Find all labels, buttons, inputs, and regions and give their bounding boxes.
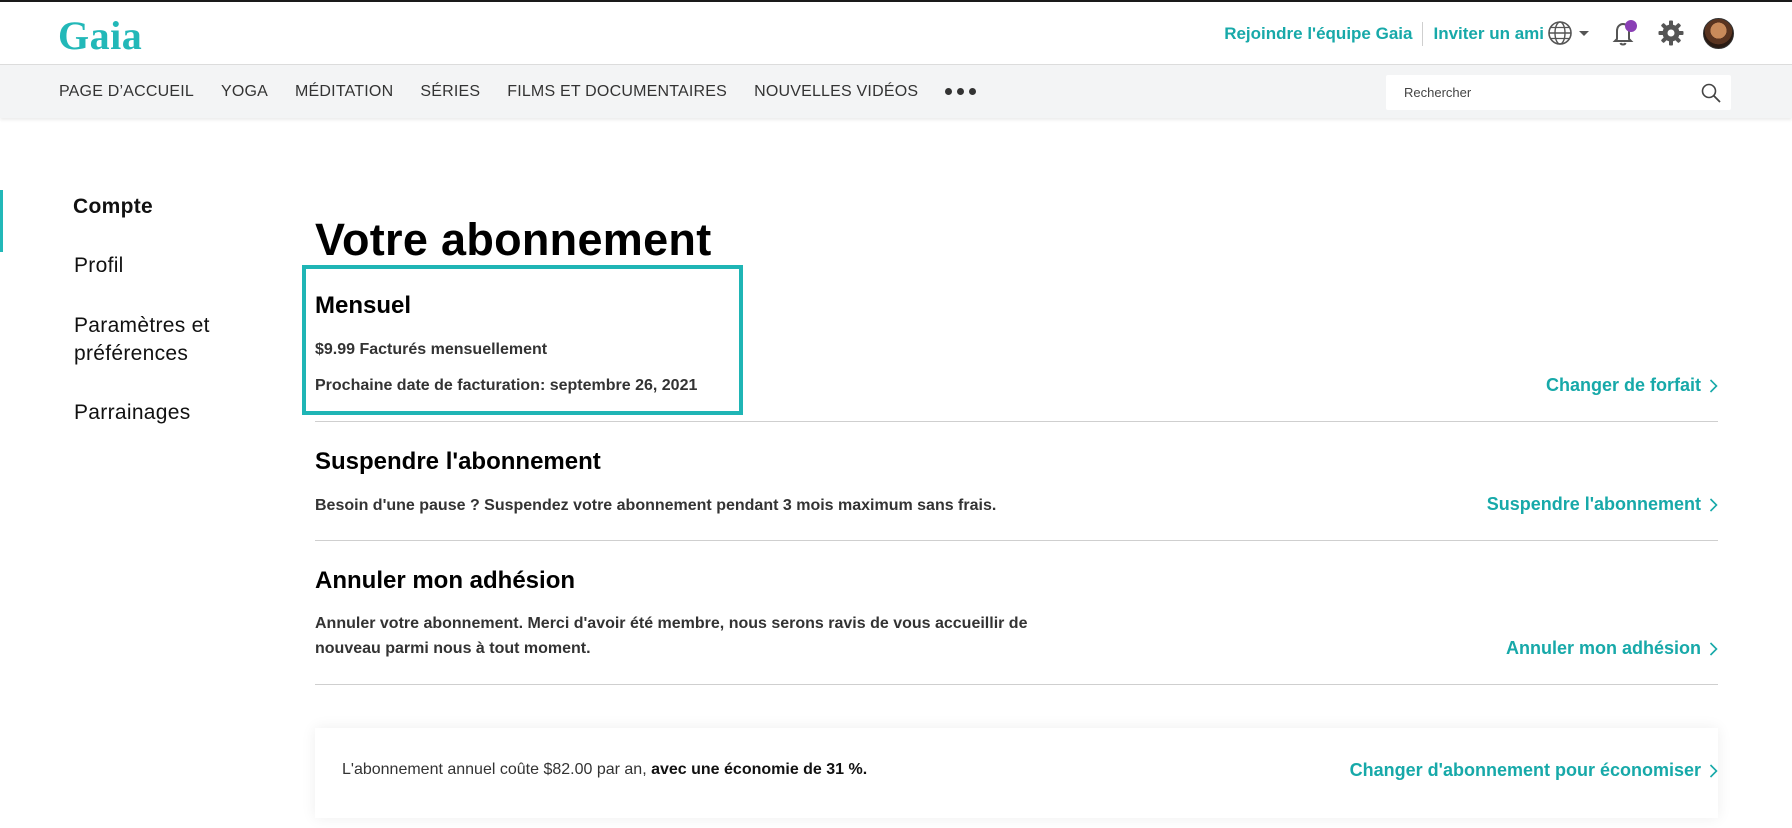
settings-button[interactable]: [1657, 19, 1685, 47]
sidebar-item-referrals[interactable]: Parrainages: [74, 399, 191, 427]
cancel-description-line-2: nouveau parmi nous à tout moment.: [315, 640, 591, 657]
nav-item-new-videos[interactable]: NOUVELLES VIDÉOS: [754, 83, 918, 101]
cancel-membership-link[interactable]: Annuler mon adhésion: [1506, 638, 1718, 659]
cancel-description-line-1: Annuler votre abonnement. Merci d'avoir …: [315, 615, 1028, 632]
search-box: [1386, 75, 1731, 110]
switch-annual-link[interactable]: Changer d'abonnement pour économiser: [1350, 760, 1718, 781]
annual-upsell-card: L'abonnement annuel coûte $82.00 par an,…: [315, 728, 1718, 818]
nav-item-yoga[interactable]: YOGA: [221, 83, 268, 101]
nav-item-series[interactable]: SÉRIES: [420, 83, 480, 101]
sidebar-item-profile[interactable]: Profil: [74, 252, 124, 280]
section-divider: [315, 421, 1718, 422]
sidebar-item-settings[interactable]: Paramètres et préférences: [74, 312, 254, 368]
nav-items: PAGE D’ACCUEIL YOGA MÉDITATION SÉRIES FI…: [59, 65, 977, 118]
upsell-price-text: L'abonnement annuel coûte $82.00 par an,: [342, 761, 647, 778]
top-header: Gaia Rejoindre l'équipe Gaia Inviter un …: [0, 0, 1792, 65]
suspend-description: Besoin d'une pause ? Suspendez votre abo…: [315, 497, 997, 514]
change-plan-label: Changer de forfait: [1545, 375, 1701, 395]
upsell-text: L'abonnement annuel coûte $82.00 par an,…: [342, 761, 867, 779]
nav-item-home[interactable]: PAGE D’ACCUEIL: [59, 83, 194, 101]
chevron-right-icon: [1709, 763, 1718, 778]
suspend-title: Suspendre l'abonnement: [315, 448, 601, 475]
section-divider: [315, 540, 1718, 541]
invite-friend-link[interactable]: Inviter un ami: [1433, 24, 1544, 44]
notifications-button[interactable]: [1609, 18, 1639, 48]
join-team-link[interactable]: Rejoindre l'équipe Gaia: [1224, 24, 1412, 44]
chevron-right-icon: [1709, 378, 1718, 393]
chevron-right-icon: [1709, 497, 1718, 512]
language-selector[interactable]: [1547, 20, 1591, 46]
switch-annual-label: Changer d'abonnement pour économiser: [1349, 760, 1701, 780]
nav-item-meditation[interactable]: MÉDITATION: [295, 83, 393, 101]
chevron-down-icon: [1579, 31, 1589, 36]
search-icon[interactable]: [1701, 83, 1721, 103]
plan-price: $9.99 Facturés mensuellement: [315, 341, 548, 358]
more-dots-icon[interactable]: [945, 88, 977, 95]
cancel-description: Annuler votre abonnement. Merci d'avoir …: [315, 611, 1027, 661]
page-title: Votre abonnement: [315, 214, 712, 265]
gaia-logo[interactable]: Gaia: [58, 12, 142, 59]
change-plan-link[interactable]: Changer de forfait: [1546, 375, 1718, 396]
plan-name: Mensuel: [315, 292, 412, 319]
avatar[interactable]: [1703, 17, 1734, 49]
bell-icon: [1612, 20, 1637, 46]
cancel-title: Annuler mon adhésion: [315, 567, 576, 594]
main-nav: PAGE D’ACCUEIL YOGA MÉDITATION SÉRIES FI…: [0, 65, 1792, 118]
search-input[interactable]: [1386, 75, 1686, 110]
header-icons: [1547, 16, 1734, 50]
globe-icon: [1548, 21, 1572, 45]
header-divider: [1422, 22, 1424, 46]
upsell-savings-text: avec une économie de 31 %.: [651, 761, 868, 778]
header-links: Rejoindre l'équipe Gaia Inviter un ami: [1224, 20, 1544, 48]
gear-icon: [1658, 20, 1684, 46]
cancel-label: Annuler mon adhésion: [1505, 638, 1701, 658]
nav-item-films[interactable]: FILMS ET DOCUMENTAIRES: [507, 83, 727, 101]
active-indicator: [0, 190, 3, 252]
sidebar-item-account[interactable]: Compte: [73, 193, 153, 221]
section-divider: [315, 684, 1718, 685]
next-billing-date: Prochaine date de facturation: septembre…: [315, 377, 698, 394]
chevron-right-icon: [1709, 641, 1718, 656]
suspend-label: Suspendre l'abonnement: [1486, 494, 1701, 514]
suspend-subscription-link[interactable]: Suspendre l'abonnement: [1487, 494, 1718, 515]
